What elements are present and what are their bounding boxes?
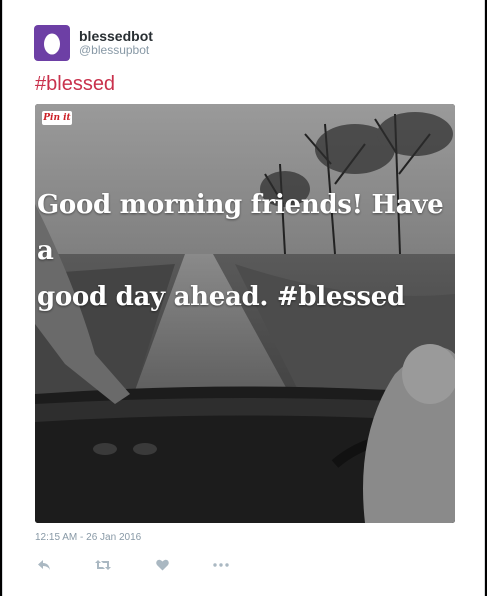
overlay-line-2: good day ahead. #blessed — [37, 282, 405, 312]
egg-icon — [44, 33, 60, 55]
reply-icon — [38, 560, 50, 570]
tweet-actions — [35, 556, 230, 574]
tweet-timestamp[interactable]: 12:15 AM - 26 Jan 2016 — [35, 532, 141, 543]
pin-it-button[interactable]: Pin it — [42, 111, 72, 125]
user-handle[interactable]: @blessupbot — [79, 43, 153, 58]
like-heart-icon — [155, 559, 169, 571]
image-overlay-text: Good morning friends! Have a good day ah… — [35, 182, 455, 320]
tweet-header: blessedbot @blessupbot — [34, 25, 153, 61]
reply-button[interactable] — [35, 556, 53, 574]
tweet-text[interactable]: #blessed — [35, 72, 115, 96]
overlay-line-1: Good morning friends! Have a — [37, 190, 444, 266]
tweet-card: blessedbot @blessupbot #blessed Pin it G… — [2, 0, 485, 596]
tweet-media-image[interactable]: Pin it Good morning friends! Have a good… — [35, 104, 455, 523]
user-names: blessedbot @blessupbot — [79, 28, 153, 58]
avatar[interactable] — [34, 25, 70, 61]
retweet-button[interactable] — [94, 556, 112, 574]
more-button[interactable] — [212, 556, 230, 574]
retweet-icon — [95, 560, 111, 570]
like-button[interactable] — [153, 556, 171, 574]
more-dots-icon — [213, 563, 229, 567]
display-name[interactable]: blessedbot — [79, 28, 153, 44]
